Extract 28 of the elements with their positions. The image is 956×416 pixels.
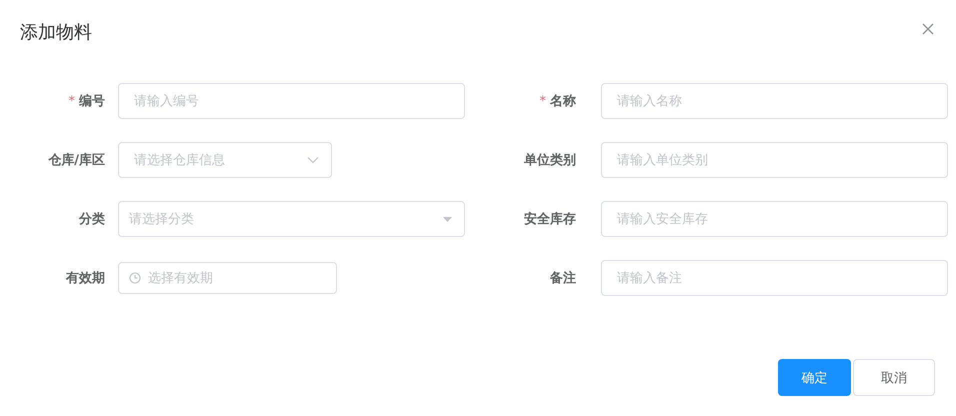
input-field[interactable]: 请输入编号 <box>118 83 465 119</box>
dialog-title: 添加物料 <box>20 21 92 44</box>
clock-icon <box>129 272 141 284</box>
date-picker[interactable]: 选择有效期 <box>118 262 337 294</box>
field-label: 安全库存 <box>524 210 576 228</box>
field-label: 仓库/库区 <box>48 152 105 169</box>
field-label: 名称 <box>550 93 576 110</box>
field-label: 分类 <box>79 211 105 228</box>
field-label: 有效期 <box>66 270 105 287</box>
input-field[interactable]: 请输入单位类别 <box>601 142 948 178</box>
input-field[interactable]: 请输入备注 <box>601 260 948 296</box>
required-mark: * <box>540 94 546 108</box>
select-field[interactable]: 请选择仓库信息 <box>118 142 332 178</box>
date-input[interactable]: 选择有效期 <box>148 270 324 286</box>
input-field[interactable]: 请输入安全库存 <box>601 201 948 237</box>
field-label: 编号 <box>79 92 105 110</box>
confirm-button[interactable]: 确定 <box>778 359 851 396</box>
cancel-button[interactable]: 取消 <box>853 359 935 396</box>
select-input[interactable]: 请选择分类 <box>129 212 443 226</box>
field-label: 单位类别 <box>524 152 576 169</box>
chevron-down-icon <box>307 156 319 164</box>
caret-down-icon <box>443 216 452 222</box>
required-mark: * <box>68 94 75 108</box>
select-input[interactable]: 请选择仓库信息 <box>134 152 307 168</box>
input-field[interactable]: 请输入名称 <box>601 83 948 119</box>
close-icon[interactable] <box>922 23 934 35</box>
field-label: 备注 <box>550 270 576 287</box>
select-field[interactable]: 请选择分类 <box>118 201 465 237</box>
